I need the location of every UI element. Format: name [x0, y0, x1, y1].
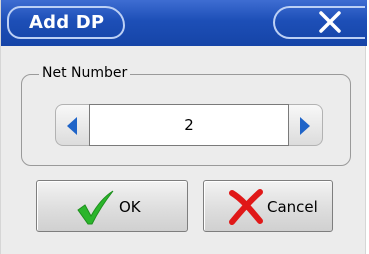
- increment-button[interactable]: [289, 104, 323, 146]
- checkmark-icon: [77, 190, 114, 225]
- add-dp-dialog: Add DP Net Number 2 OK Cancel: [0, 0, 367, 254]
- x-icon: [229, 189, 263, 225]
- title-bar: Add DP: [1, 0, 367, 46]
- net-number-label: Net Number: [39, 64, 131, 82]
- decrement-button[interactable]: [55, 104, 89, 146]
- window-title: Add DP: [29, 12, 105, 33]
- net-number-field[interactable]: 2: [89, 104, 289, 146]
- triangle-right-icon: [300, 117, 310, 135]
- close-icon[interactable]: [314, 6, 346, 38]
- cancel-label: Cancel: [267, 198, 318, 216]
- triangle-left-icon: [67, 117, 77, 135]
- cancel-button[interactable]: Cancel: [203, 180, 333, 232]
- ok-button[interactable]: OK: [36, 180, 188, 232]
- ok-label: OK: [119, 198, 141, 216]
